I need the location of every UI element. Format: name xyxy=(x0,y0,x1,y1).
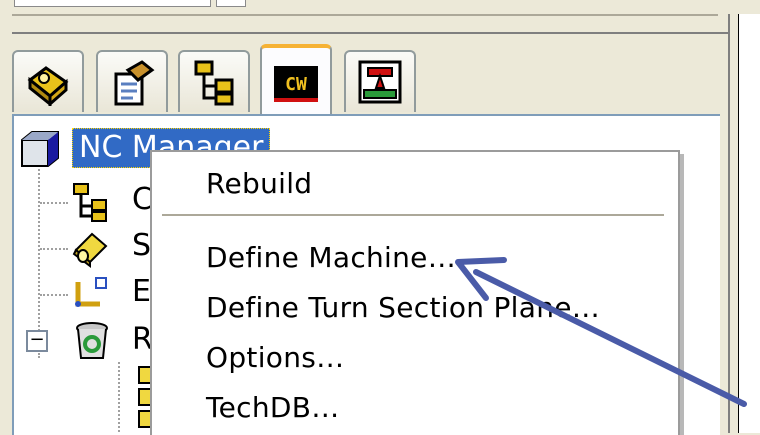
camworks-tab-label: CW xyxy=(285,74,307,95)
tree-node-label: E xyxy=(132,274,151,309)
collapse-toggle[interactable]: − xyxy=(26,330,48,352)
configuration-tree-icon xyxy=(73,183,107,222)
tree-connector xyxy=(40,248,68,250)
tree-connector xyxy=(118,362,120,432)
divider xyxy=(12,32,728,34)
manager-tab-bar: CW xyxy=(0,44,728,116)
menu-item-rebuild[interactable]: Rebuild xyxy=(206,166,312,202)
tab-simulation[interactable] xyxy=(344,50,416,112)
coordinate-system-icon xyxy=(75,277,107,307)
context-menu: Rebuild Define Machine… Define Turn Sect… xyxy=(150,150,680,435)
tree-connector xyxy=(40,294,68,296)
property-manager-icon xyxy=(114,60,155,106)
simulation-icon xyxy=(358,60,402,104)
graphics-area[interactable] xyxy=(738,14,760,433)
feature-manager-icon xyxy=(27,66,69,106)
tree-connector xyxy=(40,202,68,204)
part-cube-icon xyxy=(21,131,59,167)
camworks-icon: CW xyxy=(274,66,318,102)
top-toolbar-area xyxy=(0,0,728,44)
pane-splitter[interactable] xyxy=(728,14,737,433)
top-field-small xyxy=(216,0,246,7)
configuration-manager-icon xyxy=(194,60,234,106)
menu-separator xyxy=(162,214,664,216)
stock-icon xyxy=(72,232,108,268)
menu-item-options[interactable]: Options… xyxy=(206,340,344,376)
tab-configuration-manager[interactable] xyxy=(178,50,250,112)
tab-property-manager[interactable] xyxy=(96,50,168,112)
menu-item-techdb[interactable]: TechDB… xyxy=(206,390,340,426)
recycle-bin-icon xyxy=(76,322,108,359)
tree-connector xyxy=(38,158,40,358)
menu-item-define-turn-section-plane[interactable]: Define Turn Section Plane… xyxy=(206,290,600,326)
tree-node-label: S xyxy=(132,228,152,263)
menu-item-define-machine[interactable]: Define Machine… xyxy=(206,240,456,276)
divider xyxy=(12,14,718,16)
top-field xyxy=(14,0,211,7)
tab-feature-manager[interactable] xyxy=(12,50,84,112)
tab-camworks[interactable]: CW xyxy=(260,44,332,116)
